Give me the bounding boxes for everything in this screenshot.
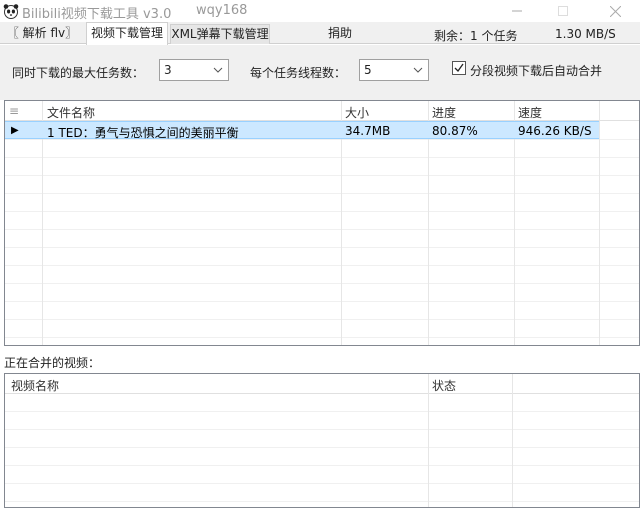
minimize-button[interactable] bbox=[494, 0, 540, 22]
threads-value: 5 bbox=[364, 63, 372, 77]
title-bar: Bilibili视频下载工具 v3.0 wqy168 bbox=[0, 0, 640, 22]
threads-label: 每个任务线程数： bbox=[250, 66, 347, 80]
merge-table-gridlines bbox=[5, 374, 639, 507]
maximize-button[interactable] bbox=[540, 0, 586, 22]
tab-xml-danmaku[interactable]: XML弹幕下载管理 bbox=[170, 24, 270, 44]
minimize-icon bbox=[512, 10, 522, 12]
row-filename: 1 TED：勇气与恐惧之间的美丽平衡 bbox=[47, 126, 239, 140]
table-row[interactable]: ▶ 1 TED：勇气与恐惧之间的美丽平衡 34.7MB 80.87% 946.2… bbox=[5, 121, 599, 140]
close-button[interactable] bbox=[592, 0, 638, 22]
column-header-filename[interactable]: 文件名称 bbox=[47, 104, 95, 121]
max-tasks-label: 同时下载的最大任务数： bbox=[12, 66, 145, 80]
tab-parse-flv[interactable]: 〖 解析 flv〗 bbox=[0, 24, 84, 44]
close-icon bbox=[609, 5, 621, 17]
remaining-tasks-status: 剩余：1 个任务 bbox=[434, 29, 518, 43]
column-header-speed[interactable]: 速度 bbox=[518, 104, 542, 121]
maximize-icon bbox=[558, 6, 568, 16]
panda-icon bbox=[3, 4, 19, 19]
row-size: 34.7MB bbox=[345, 124, 391, 138]
row-progress: 80.87% bbox=[432, 124, 478, 138]
auto-merge-label: 分段视频下载后自动合并 bbox=[470, 64, 603, 78]
max-tasks-value: 3 bbox=[164, 63, 172, 77]
checkmark-icon bbox=[454, 63, 464, 73]
threads-select[interactable]: 5 bbox=[359, 59, 429, 81]
tab-video-download[interactable]: 视频下载管理 bbox=[86, 22, 168, 45]
column-header-progress[interactable]: 进度 bbox=[432, 104, 456, 121]
settings-panel: 同时下载的最大任务数： 3 每个任务线程数： 5 分段视频下载后自动合并 bbox=[0, 45, 640, 100]
auto-merge-checkbox[interactable] bbox=[452, 61, 466, 75]
merge-table: 视频名称 状态 bbox=[4, 373, 640, 508]
row-selected-marker: ▶ bbox=[11, 125, 19, 136]
window-author: wqy168 bbox=[196, 3, 248, 18]
window-title: Bilibili视频下载工具 v3.0 bbox=[22, 7, 172, 22]
download-table: ≡ 文件名称 大小 进度 速度 ▶ 1 TED：勇气与恐惧之间的美丽平衡 34.… bbox=[4, 100, 640, 346]
max-tasks-select[interactable]: 3 bbox=[159, 59, 229, 81]
chevron-down-icon bbox=[213, 67, 223, 73]
column-header-video-name[interactable]: 视频名称 bbox=[11, 377, 59, 394]
merging-videos-label: 正在合并的视频： bbox=[4, 356, 101, 370]
row-speed: 946.26 KB/S bbox=[518, 124, 592, 138]
tab-bar: 〖 解析 flv〗 视频下载管理 XML弹幕下载管理 捐助 剩余：1 个任务 1… bbox=[0, 22, 640, 45]
column-header-size[interactable]: 大小 bbox=[345, 104, 369, 121]
chevron-down-icon bbox=[413, 67, 423, 73]
total-speed-status: 1.30 MB/S bbox=[555, 27, 616, 41]
tab-donate[interactable]: 捐助 bbox=[310, 24, 370, 44]
column-header-status[interactable]: 状态 bbox=[432, 377, 456, 394]
column-header-menu[interactable]: ≡ bbox=[9, 104, 19, 118]
